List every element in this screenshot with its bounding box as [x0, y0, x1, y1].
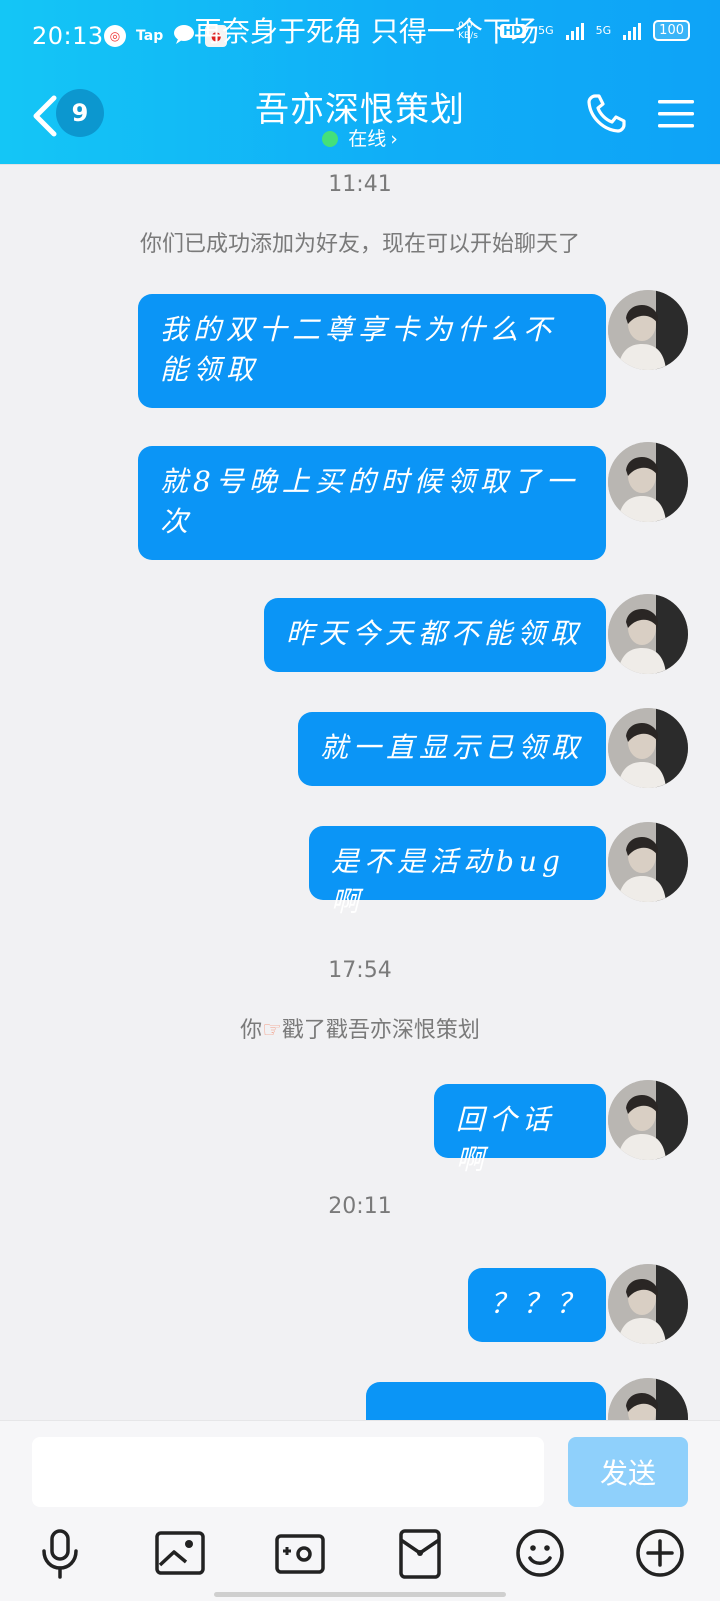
poke-suffix[interactable]: 戳了戳吾亦深恨策划 — [282, 1018, 480, 1043]
message-input[interactable] — [32, 1437, 544, 1507]
composer: 发送 — [0, 1420, 720, 1601]
network-2-label: 5G — [595, 24, 612, 37]
avatar[interactable] — [608, 822, 688, 902]
message-bubble[interactable]: 昨天今天都不能领取 — [264, 598, 606, 672]
red-packet-icon[interactable] — [392, 1525, 448, 1581]
message-bubble[interactable]: 我的双十二尊享卡为什么不能领取 — [138, 294, 606, 408]
avatar[interactable] — [608, 708, 688, 788]
home-indicator[interactable] — [214, 1592, 506, 1597]
message-bubble[interactable]: 就8号晚上买的时候领取了一次 — [138, 446, 606, 560]
composer-toolbar — [0, 1521, 720, 1601]
timestamp: 20:11 — [328, 1194, 392, 1219]
status-time: 20:13 — [32, 22, 104, 50]
phone-call-icon[interactable] — [584, 92, 628, 136]
status-bar: 20:13 ◎ Tap ● 再奈身于死角 只得一个下场 0.0 KB/s HD … — [0, 0, 720, 72]
emoji-icon[interactable] — [512, 1525, 568, 1581]
taptap-icon: Tap — [136, 28, 164, 44]
message-bubble[interactable]: 就一直显示已领取 — [298, 712, 606, 786]
message-bubble[interactable]: ？？？ — [468, 1268, 606, 1342]
avatar[interactable] — [608, 1378, 688, 1420]
timestamp: 17:54 — [328, 958, 392, 983]
status-right-icons: 0.0 KB/s HD 5G 5G 100 — [458, 20, 690, 41]
signal-2-icon — [623, 22, 642, 40]
avatar[interactable] — [608, 1264, 688, 1344]
chat-bubble-icon — [173, 24, 195, 48]
chevron-right-icon: › — [390, 128, 398, 150]
message-bubble[interactable]: 是不是活动bug啊 — [309, 826, 606, 918]
message-bubble[interactable] — [366, 1382, 606, 1420]
plus-icon[interactable] — [632, 1525, 688, 1581]
net-speed: 0.0 KB/s — [458, 20, 478, 41]
image-icon[interactable] — [152, 1525, 208, 1581]
microphone-icon[interactable] — [32, 1525, 88, 1581]
battery-level: 100 — [653, 20, 690, 41]
nav-bar: 9 吾亦深恨策划 在线 › — [0, 72, 720, 164]
pointing-hand-icon: ☞ — [262, 1018, 282, 1043]
send-button[interactable]: 发送 — [568, 1437, 688, 1507]
menu-icon[interactable] — [658, 98, 694, 130]
avatar[interactable] — [608, 594, 688, 674]
camera-icon[interactable] — [272, 1525, 328, 1581]
network-1-label: 5G — [538, 24, 554, 37]
hd-badge: HD — [500, 23, 527, 38]
poke-prefix: 你 — [240, 1018, 263, 1043]
message-bubble[interactable]: 回个话啊 — [434, 1084, 606, 1176]
system-note-poke: 你☞戳了戳吾亦深恨策划 — [0, 1012, 720, 1044]
avatar[interactable] — [608, 442, 688, 522]
online-dot-icon — [322, 131, 339, 147]
netease-music-icon: ◎ — [104, 25, 126, 47]
avatar[interactable] — [608, 1080, 688, 1160]
signal-1-icon — [565, 22, 584, 40]
online-status-label: 在线 — [348, 128, 387, 150]
chat-header: 20:13 ◎ Tap ● 再奈身于死角 只得一个下场 0.0 KB/s HD … — [0, 0, 720, 164]
timestamp: 11:41 — [328, 172, 392, 197]
system-note-friend-added: 你们已成功添加为好友，现在可以开始聊天了 — [139, 232, 580, 257]
chat-messages[interactable]: 11:41 你们已成功添加为好友，现在可以开始聊天了 我的双十二尊享卡为什么不能… — [0, 164, 720, 1420]
avatar[interactable] — [608, 290, 688, 370]
